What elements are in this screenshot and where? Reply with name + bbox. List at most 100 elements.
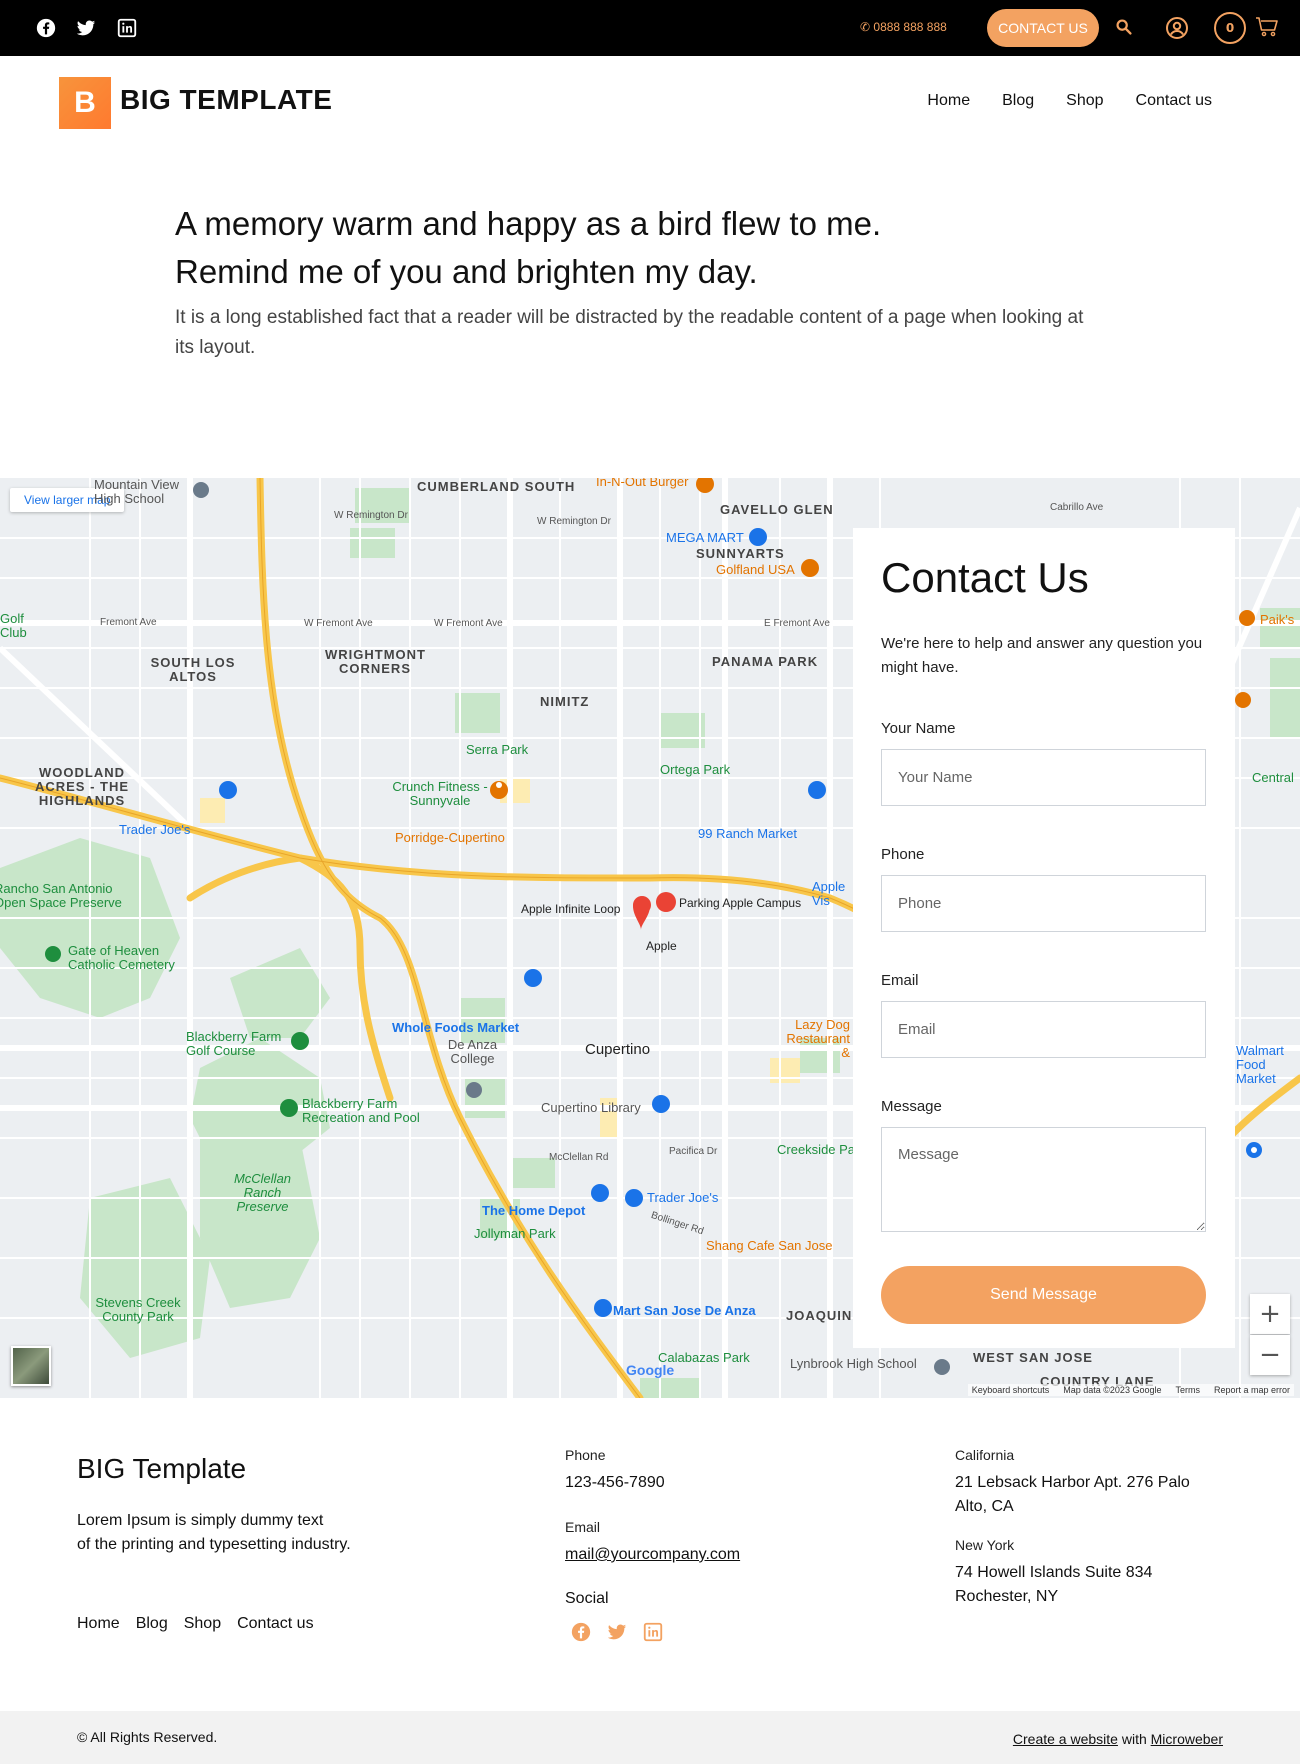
- map-label-apple: Apple: [646, 939, 677, 953]
- map-label-rancho: Rancho San Antonio Open Space Preserve: [0, 881, 122, 910]
- phone-icon: ✆: [860, 20, 871, 34]
- map-label-joaquin: JOAQUIN: [786, 1308, 853, 1323]
- hero-title-line-1: A memory warm and happy as a bird flew t…: [175, 205, 882, 242]
- nav-home[interactable]: Home: [927, 92, 970, 110]
- map-label-library: Cupertino Library: [541, 1100, 641, 1115]
- map-label-blackberry-golf: Blackberry Farm Golf Course: [186, 1029, 282, 1058]
- map-label-99-ranch: 99 Ranch Market: [698, 826, 797, 841]
- hero-text: It is a long established fact that a rea…: [175, 307, 1084, 358]
- map-label-de-anza: De Anza College: [447, 1037, 498, 1066]
- footer-new-york-address: 74 Howell Islands Suite 834 Rochester, N…: [955, 1564, 1153, 1605]
- map-label-lazy-dog: Lazy Dog Restaurant &: [786, 1017, 850, 1060]
- map-label-paiks: Paik's: [1260, 612, 1295, 627]
- map-label-west-san-jose: WEST SAN JOSE: [973, 1350, 1093, 1365]
- twitter-icon[interactable]: [75, 17, 97, 39]
- facebook-icon[interactable]: [570, 1621, 592, 1643]
- map-label-apple-vis: Apple Vis: [812, 880, 846, 908]
- phone-input[interactable]: [881, 875, 1206, 932]
- twitter-icon[interactable]: [606, 1621, 628, 1643]
- facebook-icon[interactable]: [35, 17, 57, 39]
- microweber-link[interactable]: Microweber: [1151, 1731, 1223, 1747]
- map-label-mcclellan: McClellan Ranch Preserve: [233, 1171, 292, 1214]
- street-cabrillo: Cabrillo Ave: [1050, 502, 1104, 513]
- footer-nav-home[interactable]: Home: [77, 1615, 120, 1633]
- street-fremont-2: W Fremont Ave: [304, 618, 373, 629]
- map-label-gavello: GAVELLO GLEN: [720, 502, 834, 517]
- name-input[interactable]: [881, 749, 1206, 806]
- map-label-woodland: WOODLAND ACRES - THE HIGHLANDS: [34, 765, 130, 808]
- message-textarea[interactable]: [881, 1127, 1206, 1232]
- email-input[interactable]: [881, 1001, 1206, 1058]
- footer-email-link[interactable]: mail@yourcompany.com: [565, 1543, 740, 1567]
- map-label-blackberry-rec: Blackberry Farm Recreation and Pool: [302, 1096, 420, 1125]
- map-label-wrightmont: WRIGHTMONT CORNERS: [325, 647, 426, 676]
- top-bar: ✆ 0888 888 888 CONTACT US 0: [0, 0, 1300, 56]
- brand-name[interactable]: BIG TEMPLATE: [120, 84, 332, 116]
- create-website-link[interactable]: Create a website: [1013, 1731, 1118, 1747]
- map-label-crunch: Crunch Fitness - Sunnyvale: [392, 779, 488, 808]
- user-account-icon[interactable]: [1165, 16, 1189, 40]
- copyright: © All Rights Reserved.: [77, 1729, 218, 1745]
- footer-address-column: California 21 Lebsack Harbor Apt. 276 Pa…: [955, 1447, 1225, 1609]
- footer-nav-shop[interactable]: Shop: [184, 1615, 221, 1633]
- footer-phone-label: Phone: [565, 1447, 606, 1463]
- footer-phone[interactable]: 123-456-7890: [565, 1471, 740, 1495]
- map-label-mega-mart: MEGA MART: [666, 530, 744, 545]
- map-label-jollyman: Jollyman Park: [474, 1226, 556, 1241]
- cart-icon[interactable]: [1255, 16, 1279, 38]
- report-error-link[interactable]: Report a map error: [1214, 1385, 1290, 1395]
- footer-nav-contact[interactable]: Contact us: [237, 1615, 313, 1633]
- map-zoom-in-button[interactable]: +: [1250, 1294, 1290, 1334]
- linkedin-icon[interactable]: [116, 17, 138, 39]
- nav-blog[interactable]: Blog: [1002, 92, 1034, 110]
- map-label-trader-joes-1: Trader Joe's: [119, 822, 191, 837]
- footer-social-icons: [570, 1621, 664, 1643]
- keyboard-shortcuts-link[interactable]: Keyboard shortcuts: [972, 1385, 1050, 1395]
- cart-count-badge[interactable]: 0: [1214, 12, 1246, 44]
- bottom-bar: © All Rights Reserved. Create a website …: [0, 1711, 1300, 1764]
- street-fremont-1: Fremont Ave: [100, 617, 157, 628]
- map-label-lynbrook: Lynbrook High School: [790, 1356, 917, 1371]
- map-label-stevens-creek: Stevens Creek County Park: [95, 1295, 181, 1324]
- with-text: with: [1121, 1731, 1147, 1747]
- footer-california-address: 21 Lebsack Harbor Apt. 276 Palo Alto, CA: [955, 1474, 1190, 1515]
- footer-nav: Home Blog Shop Contact us: [77, 1615, 314, 1633]
- google-logo: Google: [626, 1362, 675, 1378]
- topbar-phone[interactable]: ✆ 0888 888 888: [860, 20, 947, 34]
- map-label-mountain-view: Mountain View High School: [94, 478, 180, 506]
- send-message-button[interactable]: Send Message: [881, 1266, 1206, 1324]
- main-nav: Home Blog Shop Contact us: [927, 92, 1212, 110]
- street-pacifica: Pacifica Dr: [669, 1146, 718, 1157]
- nav-contact[interactable]: Contact us: [1136, 92, 1212, 110]
- map-label-apple-loop: Apple Infinite Loop: [521, 902, 621, 916]
- footer-title: BIG Template: [77, 1453, 247, 1484]
- street-remington-2: W Remington Dr: [537, 516, 611, 527]
- nav-shop[interactable]: Shop: [1066, 92, 1103, 110]
- logo-mark[interactable]: B: [59, 77, 111, 129]
- linkedin-icon[interactable]: [642, 1621, 664, 1643]
- map-zoom-out-button[interactable]: −: [1250, 1335, 1290, 1375]
- map-label-trader-joes-2: Trader Joe's: [647, 1190, 719, 1205]
- footer-california-label: California: [955, 1447, 1015, 1463]
- hero-title: A memory warm and happy as a bird flew t…: [175, 200, 1075, 296]
- message-label: Message: [881, 1098, 942, 1115]
- map-label-home-depot: The Home Depot: [482, 1203, 586, 1218]
- street-remington-1: W Remington Dr: [334, 510, 408, 521]
- map-label-cumberland: CUMBERLAND SOUTH: [417, 479, 576, 494]
- map-label-parking: Parking Apple Campus: [679, 896, 802, 910]
- footer-nav-blog[interactable]: Blog: [136, 1615, 168, 1633]
- map-label-central: Central: [1252, 770, 1294, 785]
- contact-title: Contact Us: [881, 554, 1089, 601]
- map-label-porridge: Porridge-Cupertino: [395, 830, 505, 845]
- search-icon[interactable]: [1113, 16, 1135, 38]
- map-label-ortega: Ortega Park: [660, 762, 731, 777]
- map-label-gate-heaven: Gate of Heaven Catholic Cemetery: [68, 943, 175, 972]
- terms-link[interactable]: Terms: [1175, 1385, 1200, 1395]
- footer-desc-line-2: of the printing and typesetting industry…: [77, 1536, 351, 1553]
- contact-us-button[interactable]: CONTACT US: [987, 9, 1099, 47]
- hero-title-line-2: Remind me of you and brighten my day.: [175, 253, 758, 290]
- map-label-south-los-altos: SOUTH LOS ALTOS: [150, 655, 236, 684]
- map-attribution: Keyboard shortcuts Map data ©2023 Google…: [967, 1384, 1294, 1396]
- satellite-toggle-button[interactable]: [11, 1346, 51, 1386]
- map-label-walmart: Walmart Food Market: [1236, 1043, 1284, 1086]
